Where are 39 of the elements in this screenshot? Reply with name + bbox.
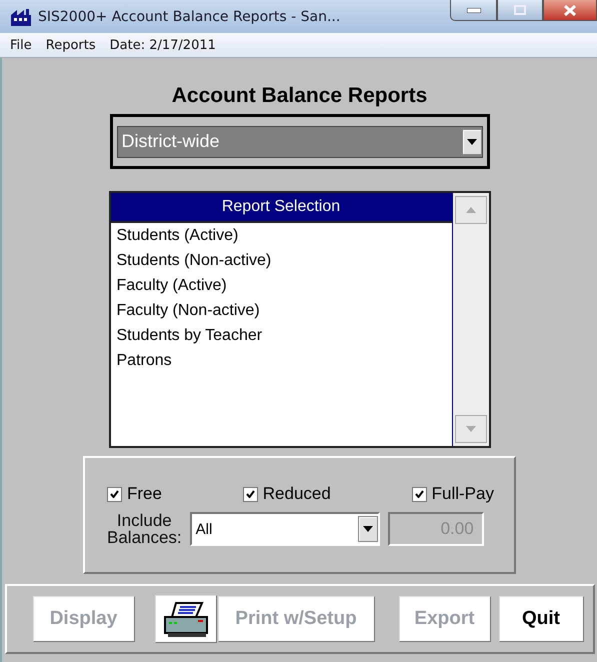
app-icon xyxy=(10,6,32,26)
maximize-button[interactable] xyxy=(497,0,543,21)
balances-dropdown[interactable]: All xyxy=(190,512,380,546)
list-item[interactable]: Faculty (Non-active) xyxy=(110,299,452,323)
dropdown-arrow-icon xyxy=(466,138,476,144)
close-icon xyxy=(564,4,576,16)
checkmark-icon xyxy=(246,490,255,498)
checkbox-label: Full-Pay xyxy=(432,484,494,504)
checkmark-icon xyxy=(414,490,424,498)
checkbox[interactable] xyxy=(242,486,258,502)
list-header: Report Selection xyxy=(110,193,452,223)
page-heading: Account Balance Reports xyxy=(172,84,428,108)
printer-icon xyxy=(162,599,210,639)
window-title: SIS2000+ Account Balance Reports - San... xyxy=(38,8,340,24)
menu-item[interactable]: Date: 2/17/2011 xyxy=(110,38,216,52)
checkbox-label: Reduced xyxy=(262,484,331,504)
scroll-down-icon xyxy=(466,426,476,432)
maximize-icon xyxy=(514,5,526,15)
menu-item[interactable]: File xyxy=(10,38,32,52)
checkbox[interactable] xyxy=(412,486,427,502)
checkmark-icon xyxy=(110,490,119,498)
list-item[interactable]: Students (Non-active) xyxy=(110,249,452,273)
minimize-button[interactable] xyxy=(450,0,497,21)
list-item[interactable]: Faculty (Active) xyxy=(110,274,452,298)
action-button[interactable]: Quit xyxy=(498,596,584,642)
scope-dropdown[interactable]: District-wide xyxy=(110,114,490,169)
checkbox[interactable] xyxy=(107,486,122,502)
list-item[interactable]: Students by Teacher xyxy=(110,324,452,348)
scrollbar[interactable] xyxy=(452,193,488,446)
close-button[interactable] xyxy=(543,0,597,21)
scroll-up-icon xyxy=(466,207,476,213)
print-button[interactable] xyxy=(154,595,216,643)
include-balances-label: Include Balances: xyxy=(107,512,182,546)
checkbox-label: Free xyxy=(127,484,162,504)
minimize-icon xyxy=(466,8,480,12)
list-item[interactable]: Patrons xyxy=(110,349,452,373)
list-item[interactable]: Students (Active) xyxy=(110,224,452,248)
menu-item[interactable]: Reports xyxy=(46,38,96,52)
dropdown-arrow-icon xyxy=(362,526,373,532)
